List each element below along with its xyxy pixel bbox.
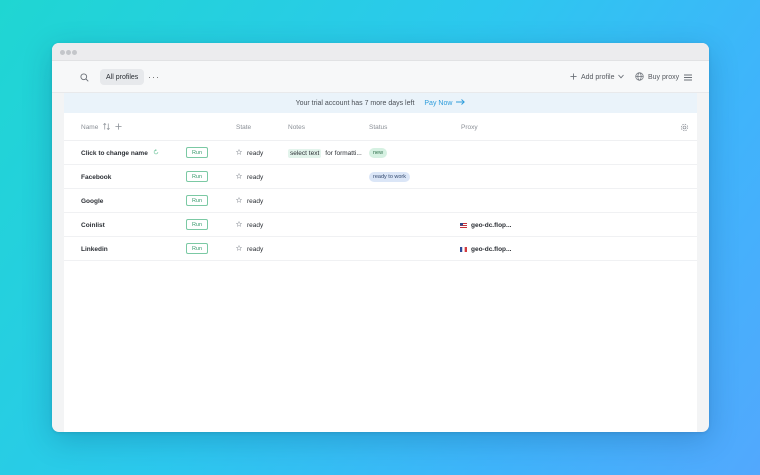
- pay-now-label: Pay Now: [424, 99, 453, 107]
- profiles-table: Name State Notes Status Proxy Click to c…: [64, 113, 697, 432]
- status-cell[interactable]: new: [369, 141, 388, 165]
- status-badge: new: [369, 148, 388, 158]
- table-row[interactable]: Facebook Run ready ready to work: [64, 165, 697, 189]
- app-window: All profiles ··· Add profile Buy proxy Y…: [52, 43, 709, 432]
- trial-message: Your trial account has 7 more days left: [295, 99, 415, 107]
- plus-icon: [570, 72, 577, 82]
- buy-proxy-button[interactable]: Buy proxy: [635, 61, 679, 93]
- notes-text: for formatti...: [325, 149, 362, 157]
- settings-gear-icon[interactable]: [680, 113, 689, 141]
- state-label: ready: [247, 173, 264, 181]
- star-icon: [235, 172, 243, 181]
- table-row[interactable]: Google Run ready: [64, 189, 697, 213]
- notes-cell[interactable]: select text for formatti...: [288, 141, 362, 165]
- us-flag-icon: [460, 222, 467, 228]
- profile-name[interactable]: Google: [81, 189, 103, 213]
- state-label: ready: [247, 197, 264, 205]
- add-column-icon[interactable]: [115, 122, 122, 132]
- column-name-label: Name: [81, 123, 99, 131]
- star-icon: [235, 196, 243, 205]
- state-cell: ready: [235, 165, 264, 189]
- state-cell: ready: [235, 189, 264, 213]
- table-row[interactable]: Coinlist Run ready geo-dc.flop...: [64, 213, 697, 237]
- star-icon: [235, 244, 243, 253]
- notes-highlight: select text: [288, 148, 322, 158]
- status-cell[interactable]: ready to work: [369, 165, 411, 189]
- menu-icon[interactable]: [684, 61, 692, 93]
- column-notes-header[interactable]: Notes: [288, 113, 305, 141]
- state-label: ready: [247, 245, 264, 253]
- pay-now-link[interactable]: Pay Now: [424, 99, 466, 107]
- window-dot-icon: [72, 50, 77, 55]
- title-bar: [52, 43, 709, 61]
- table-row[interactable]: Linkedin Run ready geo-dc.flop...: [64, 237, 697, 261]
- proxy-cell[interactable]: geo-dc.flop...: [460, 237, 511, 261]
- window-dot-icon: [66, 50, 71, 55]
- table-row[interactable]: Click to change name Run ready select te…: [64, 141, 697, 165]
- star-icon: [235, 220, 243, 229]
- toolbar: All profiles ··· Add profile Buy proxy: [52, 61, 709, 93]
- state-cell: ready: [235, 141, 264, 165]
- globe-icon: [635, 71, 644, 83]
- trial-banner: Your trial account has 7 more days left …: [64, 93, 697, 113]
- profile-name[interactable]: Coinlist: [81, 213, 105, 237]
- run-button[interactable]: Run: [186, 219, 208, 230]
- column-status-header[interactable]: Status: [369, 113, 387, 141]
- run-button[interactable]: Run: [186, 195, 208, 206]
- state-cell: ready: [235, 237, 264, 261]
- status-badge: ready to work: [369, 172, 411, 182]
- arrow-right-icon: [456, 99, 466, 107]
- proxy-cell[interactable]: geo-dc.flop...: [460, 213, 511, 237]
- profile-name[interactable]: Click to change name: [81, 141, 159, 165]
- proxy-label: geo-dc.flop...: [471, 245, 512, 253]
- column-name-header[interactable]: Name: [81, 113, 122, 141]
- run-button[interactable]: Run: [186, 171, 208, 182]
- search-icon[interactable]: [78, 61, 90, 93]
- more-options-icon[interactable]: ···: [148, 61, 160, 93]
- state-cell: ready: [235, 213, 264, 237]
- column-proxy-header[interactable]: Proxy: [461, 113, 478, 141]
- refresh-icon[interactable]: [153, 149, 159, 157]
- chevron-down-icon: [618, 74, 625, 81]
- profile-name[interactable]: Linkedin: [81, 237, 108, 261]
- state-label: ready: [247, 149, 264, 157]
- window-dot-icon: [60, 50, 65, 55]
- star-icon: [235, 148, 243, 157]
- profile-name-label: Click to change name: [81, 149, 148, 157]
- fr-flag-icon: [460, 246, 467, 252]
- add-profile-label: Add profile: [581, 73, 615, 81]
- state-label: ready: [247, 221, 264, 229]
- column-state-header[interactable]: State: [236, 113, 251, 141]
- add-profile-button[interactable]: Add profile: [570, 61, 625, 93]
- table-header: Name State Notes Status Proxy: [64, 113, 697, 141]
- profile-name[interactable]: Facebook: [81, 165, 111, 189]
- run-button[interactable]: Run: [186, 243, 208, 254]
- sort-icon[interactable]: [103, 122, 111, 132]
- tab-all-profiles[interactable]: All profiles: [100, 69, 145, 85]
- buy-proxy-label: Buy proxy: [648, 73, 680, 81]
- run-button[interactable]: Run: [186, 147, 208, 158]
- proxy-label: geo-dc.flop...: [471, 221, 512, 229]
